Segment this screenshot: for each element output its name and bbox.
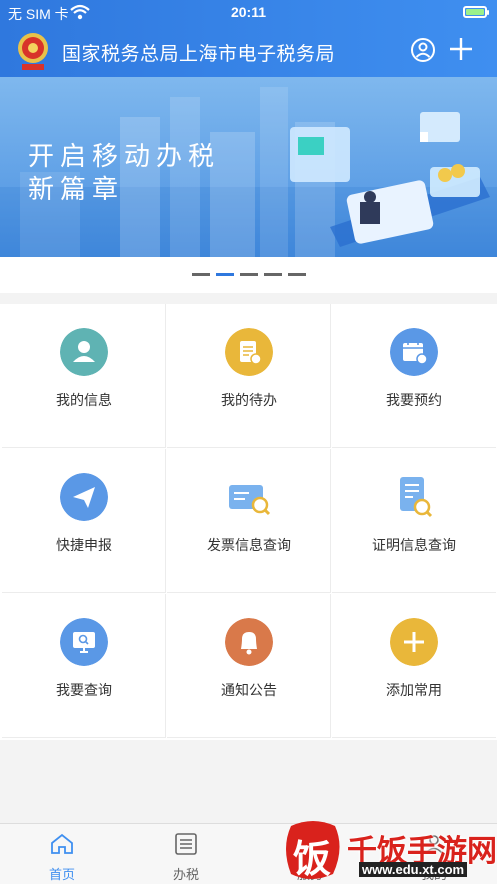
grid-item-label: 发票信息查询	[207, 537, 291, 553]
invoice-search-icon	[229, 485, 271, 516]
add-icon[interactable]	[448, 36, 474, 62]
user-account-icon[interactable]	[411, 38, 435, 62]
app-header: 无 SIM 卡 20:11 国家税务总局上海市电子税务局	[0, 0, 497, 77]
carousel-dot[interactable]	[240, 273, 258, 276]
grid-item-add-favorite[interactable]: 添加常用	[332, 594, 496, 738]
certificate-search-icon	[400, 477, 433, 518]
carousel-dot-active[interactable]	[216, 273, 234, 276]
battery-icon	[463, 6, 489, 18]
grid-item-my-info[interactable]: 我的信息	[2, 304, 166, 448]
status-bar: 无 SIM 卡 20:11	[0, 0, 497, 26]
grid-item-label: 通知公告	[221, 682, 277, 698]
grid-item-my-query[interactable]: 我要查询	[2, 594, 166, 738]
carousel-dot[interactable]	[288, 273, 306, 276]
paper-plane-icon	[60, 473, 108, 521]
grid-item-label: 我的待办	[221, 392, 277, 408]
grid-item-appointment[interactable]: 我要预约	[332, 304, 496, 448]
calendar-icon	[390, 328, 438, 376]
tab-tax[interactable]: 办税	[124, 824, 248, 884]
watermark-glyph: 饭	[293, 837, 332, 881]
site-watermark: 饭 千饭手游网 www.edu.xt.com	[283, 818, 497, 883]
grid-item-label: 我要查询	[56, 682, 112, 698]
grid-item-certificate-query[interactable]: 证明信息查询	[332, 449, 496, 593]
monitor-search-icon	[60, 618, 108, 666]
home-icon	[51, 833, 73, 854]
carousel-dot[interactable]	[264, 273, 282, 276]
service-grid: 我的信息 我的待办 我要预约 快捷申报 发票信息查询 证明信息查询 我要查询 通…	[0, 304, 497, 740]
banner-slogan-line1: 开启移动办税	[28, 142, 221, 172]
clock: 20:11	[230, 4, 267, 20]
grid-item-label: 添加常用	[386, 682, 442, 698]
grid-item-label: 我的信息	[56, 392, 112, 408]
tab-home[interactable]: 首页	[0, 824, 124, 884]
todo-icon	[225, 328, 273, 376]
carousel-dot[interactable]	[192, 273, 210, 276]
list-icon	[175, 833, 197, 855]
grid-item-my-todo[interactable]: 我的待办	[167, 304, 331, 448]
grid-item-label: 我要预约	[386, 392, 442, 408]
carousel-indicator	[0, 257, 497, 293]
tab-label: 办税	[172, 867, 199, 882]
page-title: 国家税务总局上海市电子税务局	[62, 44, 336, 65]
add-icon	[390, 618, 438, 666]
grid-item-label: 证明信息查询	[372, 537, 456, 553]
tax-bureau-emblem-icon	[18, 33, 48, 70]
grid-item-quick-declare[interactable]: 快捷申报	[2, 449, 166, 593]
tab-label: 首页	[48, 867, 75, 882]
bell-icon	[225, 618, 273, 666]
grid-item-invoice-query[interactable]: 发票信息查询	[167, 449, 331, 593]
user-icon	[60, 328, 108, 376]
grid-item-label: 快捷申报	[56, 537, 112, 553]
watermark-url: www.edu.xt.com	[359, 862, 468, 877]
banner-slogan-line2: 新篇章	[28, 175, 125, 205]
grid-item-notice[interactable]: 通知公告	[167, 594, 331, 738]
promo-banner[interactable]: 开启移动办税 新篇章	[0, 77, 497, 257]
